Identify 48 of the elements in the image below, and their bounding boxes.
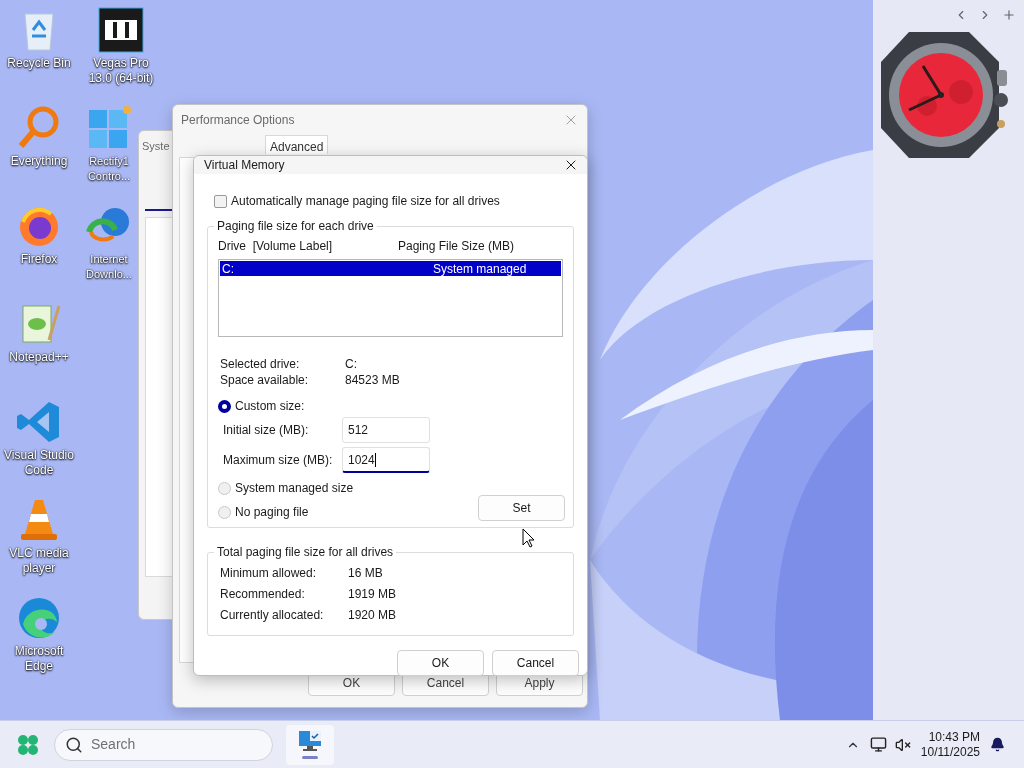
size-input[interactable]: 1024 xyxy=(342,447,430,473)
search-field[interactable]: Search xyxy=(54,728,273,761)
muted-speaker-icon[interactable] xyxy=(894,736,911,753)
clock-date[interactable]: 10/11/2025 xyxy=(920,744,980,760)
drive-row[interactable]: C: System managed xyxy=(220,261,561,276)
tab[interactable]: Advanced xyxy=(265,135,329,154)
total-label: Minimum allowed: xyxy=(220,565,318,581)
clock-time[interactable]: 10:43 PM xyxy=(928,729,980,745)
radio-button[interactable] xyxy=(218,399,231,413)
drive-cell-text: System managed xyxy=(433,260,527,278)
radio-label[interactable]: Custom size: xyxy=(235,397,305,415)
film-icon xyxy=(97,6,145,54)
group-title: Paging file size for each drive xyxy=(214,219,377,233)
window-title: Syste xyxy=(142,138,170,154)
column-header: Paging File Size (MB) xyxy=(398,238,515,255)
column-header: Drive [Volume Label] xyxy=(218,238,334,255)
total-label: Currently allocated: xyxy=(220,607,325,623)
start-icon[interactable] xyxy=(17,733,39,756)
search-placeholder: Search xyxy=(91,735,136,754)
info-label: Selected drive: xyxy=(219,356,301,372)
checkbox-label[interactable]: Automatically manage paging file size for all drives xyxy=(231,192,500,210)
field-label: Initial size (MB): xyxy=(222,422,310,439)
info-label: Space available: xyxy=(219,372,310,388)
cursor-icon xyxy=(522,528,535,548)
dialog-button[interactable]: OK xyxy=(397,650,484,676)
radio-label[interactable]: System managed size xyxy=(235,479,354,497)
radio-label[interactable]: No paging file xyxy=(235,503,309,521)
total-label: Recommended: xyxy=(220,586,306,602)
group-title: Total paging file size for all drives xyxy=(214,545,397,559)
window-title: Performance Options xyxy=(181,112,295,129)
bell-icon[interactable] xyxy=(990,737,1005,752)
field-label: Maximum size (MB): xyxy=(222,452,334,469)
info-value: C: xyxy=(345,356,358,372)
total-value: 1919 MB xyxy=(348,586,398,602)
taskbar-app[interactable] xyxy=(286,724,334,765)
monitor-icon[interactable] xyxy=(869,736,887,753)
info-value: 84523 MB xyxy=(345,372,401,388)
window-title: Virtual Memory xyxy=(204,157,285,174)
total-value: 16 MB xyxy=(348,565,384,581)
search-icon xyxy=(65,735,83,754)
plus-icon[interactable] xyxy=(1002,8,1016,22)
set-button[interactable]: Set xyxy=(478,495,565,521)
checkbox[interactable] xyxy=(214,194,227,208)
dialog-button[interactable]: Cancel xyxy=(492,650,579,676)
total-value: 1920 MB xyxy=(348,607,398,623)
size-input[interactable]: 512 xyxy=(342,417,430,443)
drive-cell-text: C: xyxy=(221,260,235,278)
monitor-check-icon xyxy=(298,730,322,752)
